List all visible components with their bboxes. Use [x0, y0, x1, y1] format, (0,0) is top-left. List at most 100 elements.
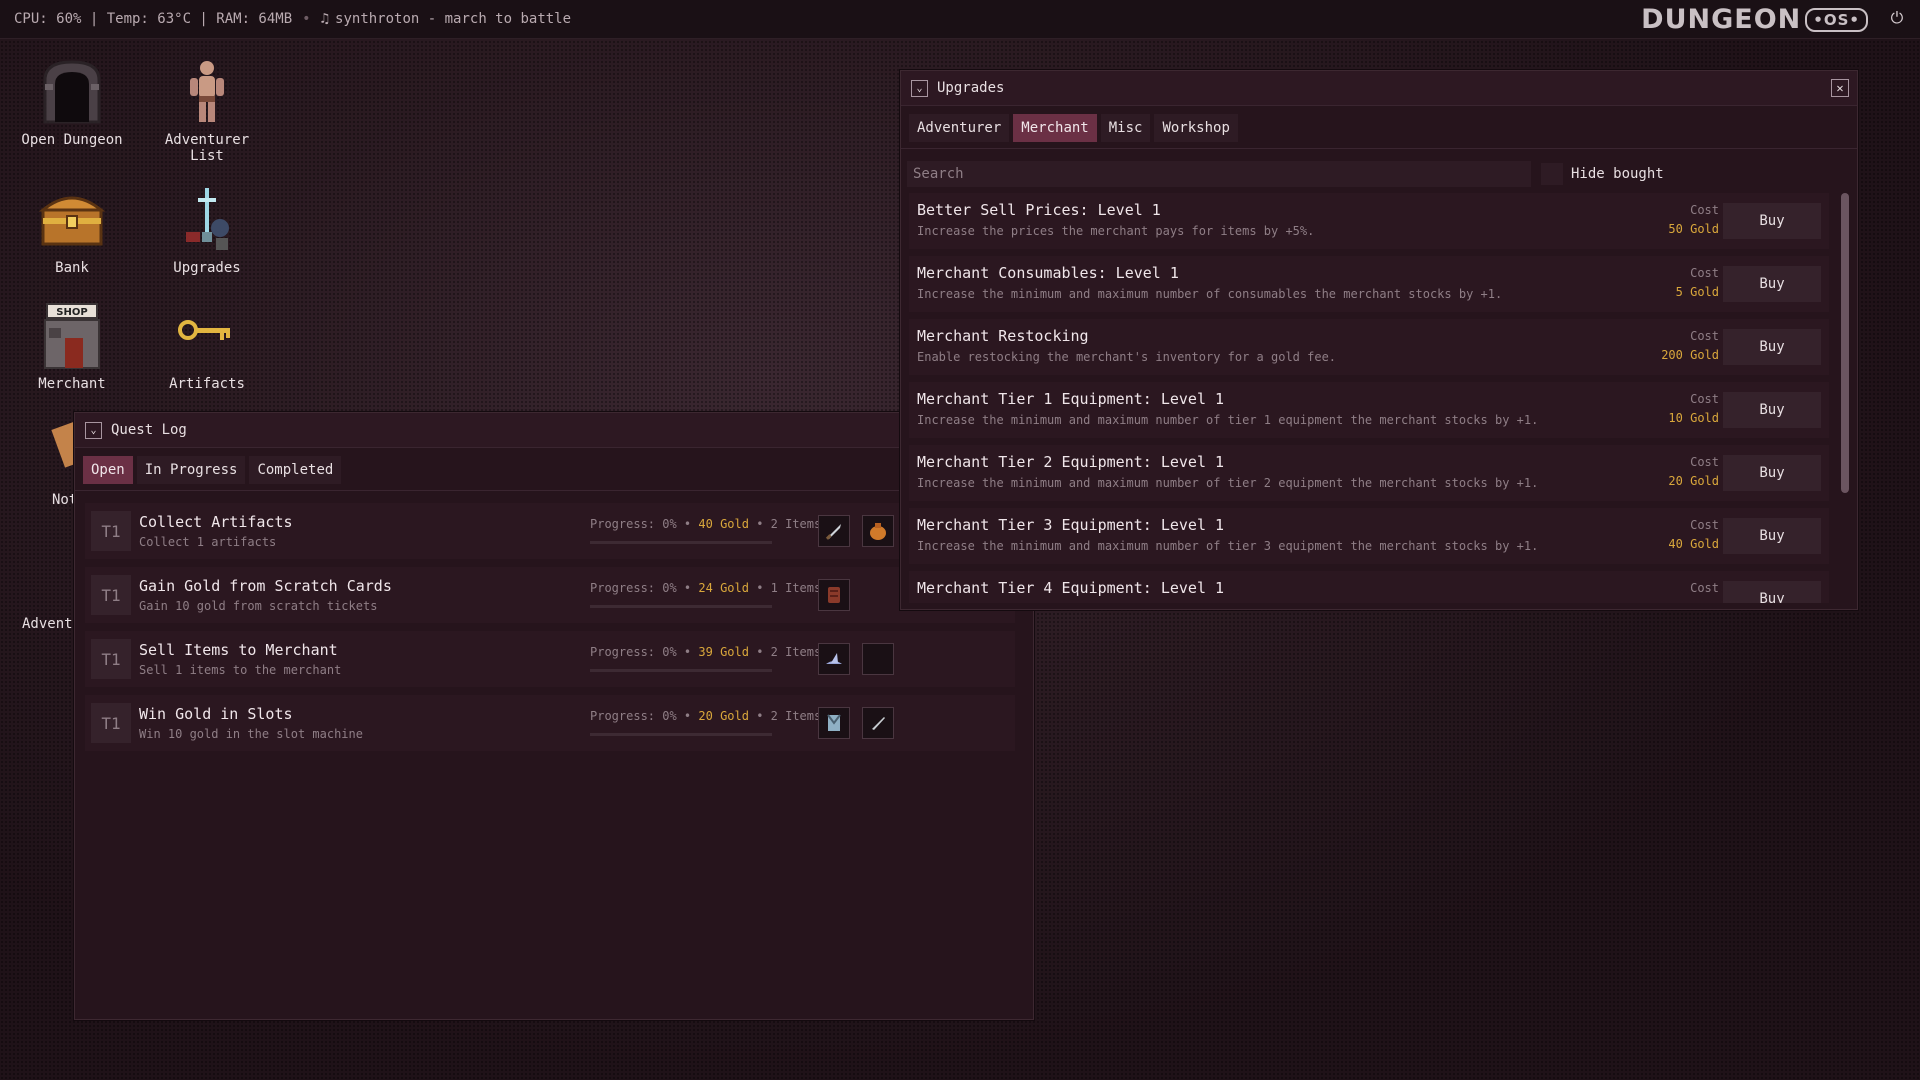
quest-row[interactable]: T1 Sell Items to Merchant Sell 1 items t… [85, 631, 1015, 687]
treasure-chest-icon [37, 184, 107, 254]
hide-bought-checkbox[interactable] [1541, 163, 1563, 185]
desktop-icon-adventurer-list[interactable]: Adventurer List [147, 56, 267, 164]
upgrade-row: Merchant Tier 3 Equipment: Level 1 Incre… [909, 508, 1829, 564]
cost-label: Cost [1690, 455, 1719, 469]
upgrade-description: Increase the minimum and maximum number … [917, 287, 1503, 301]
search-placeholder: Search [913, 166, 964, 182]
quest-row[interactable]: T1 Collect Artifacts Collect 1 artifacts… [85, 503, 1015, 559]
cost-label: Cost [1690, 203, 1719, 217]
cost-value: 20 Gold [1668, 474, 1719, 488]
tab-open[interactable]: Open [83, 456, 133, 484]
quest-title: Sell Items to Merchant [139, 641, 338, 659]
reward-armor-icon[interactable] [818, 579, 850, 611]
quest-row[interactable]: T1 Win Gold in Slots Win 10 gold in the … [85, 695, 1015, 751]
desktop-icon-open-dungeon[interactable]: Open Dungeon [12, 56, 132, 148]
buy-button[interactable]: Buy [1723, 203, 1821, 239]
quest-log-window: ⌄ Quest Log Open In Progress Completed T… [74, 412, 1034, 1020]
power-icon[interactable]: ⏻ [1888, 9, 1906, 27]
collapse-chevron-icon[interactable]: ⌄ [911, 79, 928, 97]
tab-workshop[interactable]: Workshop [1154, 114, 1238, 142]
quest-description: Sell 1 items to the merchant [139, 663, 342, 677]
window-title: Upgrades [937, 80, 1005, 96]
key-icon [172, 300, 242, 370]
collapse-chevron-icon[interactable]: ⌄ [85, 421, 102, 439]
quest-row[interactable]: T1 Gain Gold from Scratch Cards Gain 10 … [85, 567, 1015, 623]
upgrade-description: Increase the minimum and maximum number … [917, 476, 1539, 490]
cost-label: Cost [1690, 392, 1719, 406]
system-stats: CPU: 60% | Temp: 63°C | RAM: 64MB [14, 11, 293, 27]
shop-icon: SHOP [37, 300, 107, 370]
quest-progress-bar [590, 733, 772, 736]
cost-value: 5 Gold [1675, 285, 1719, 299]
quest-log-titlebar[interactable]: ⌄ Quest Log [75, 413, 1033, 448]
cost-label: Cost [1690, 518, 1719, 532]
upgrades-list: Better Sell Prices: Level 1 Increase the… [901, 193, 1839, 603]
buy-button[interactable]: Buy [1723, 518, 1821, 554]
buy-button[interactable]: Buy [1723, 455, 1821, 491]
quest-progress-bar [590, 605, 772, 608]
buy-button[interactable]: Buy [1723, 329, 1821, 365]
upgrade-row: Merchant Tier 2 Equipment: Level 1 Incre… [909, 445, 1829, 501]
cost-value: 50 Gold [1668, 222, 1719, 236]
upgrade-title: Merchant Consumables: Level 1 [917, 264, 1179, 282]
dungeon-door-icon [37, 56, 107, 126]
upgrade-description: Increase the minimum and maximum number … [917, 413, 1539, 427]
quest-description: Collect 1 artifacts [139, 535, 277, 549]
upgrades-titlebar[interactable]: ⌄ Upgrades ✕ [901, 71, 1857, 106]
reward-chainmail-icon[interactable] [818, 707, 850, 739]
now-playing[interactable]: ♫ synthroton - march to battle [321, 11, 571, 27]
buy-button[interactable]: Buy [1723, 392, 1821, 428]
reward-pouch-icon[interactable] [862, 515, 894, 547]
quest-progress-text: Progress: 0% • 20 Gold • 2 Items [590, 709, 822, 723]
upgrade-row: Merchant Tier 4 Equipment: Level 1 Cost … [909, 571, 1829, 603]
upgrade-description: Enable restocking the merchant's invento… [917, 350, 1337, 364]
upgrades-scrollbar[interactable] [1841, 193, 1849, 493]
reward-hat-icon[interactable] [818, 643, 850, 675]
separator-dot: • [302, 11, 311, 27]
music-note-icon: ♫ [320, 11, 330, 27]
desktop-icon-label: Open Dungeon [21, 132, 123, 148]
cost-label: Cost [1690, 329, 1719, 343]
tab-completed[interactable]: Completed [249, 456, 342, 484]
tier-badge: T1 [91, 639, 131, 679]
tier-badge: T1 [91, 575, 131, 615]
cost-value: 40 Gold [1668, 537, 1719, 551]
upgrade-row: Merchant Tier 1 Equipment: Level 1 Incre… [909, 382, 1829, 438]
desktop-icon-merchant[interactable]: SHOP Merchant [12, 300, 132, 392]
reward-empty-slot-icon[interactable] [862, 643, 894, 675]
quest-progress-bar [590, 541, 772, 544]
cost-value: 10 Gold [1668, 411, 1719, 425]
tab-merchant[interactable]: Merchant [1013, 114, 1097, 142]
upgrade-title: Merchant Tier 4 Equipment: Level 1 [917, 579, 1225, 597]
close-icon[interactable]: ✕ [1831, 79, 1849, 97]
quest-log-tabs: Open In Progress Completed [75, 448, 1033, 491]
quest-progress-text: Progress: 0% • 24 Gold • 1 Items [590, 581, 822, 595]
tier-badge: T1 [91, 703, 131, 743]
quest-title: Win Gold in Slots [139, 705, 293, 723]
buy-button[interactable]: Buy [1723, 266, 1821, 302]
desktop-icon-label: Bank [55, 260, 89, 276]
quest-title: Collect Artifacts [139, 513, 293, 531]
now-playing-track: synthroton - march to battle [335, 11, 572, 27]
svg-text:SHOP: SHOP [56, 307, 87, 318]
desktop-icon-label: Merchant [38, 376, 106, 392]
desktop-icon-upgrades[interactable]: Upgrades [147, 184, 267, 276]
upgrades-tabs: Adventurer Merchant Misc Workshop [901, 106, 1857, 149]
quest-description: Gain 10 gold from scratch tickets [139, 599, 378, 613]
desktop-icon-bank[interactable]: Bank [12, 184, 132, 276]
upgrades-icon [172, 184, 242, 254]
cost-label: Cost [1690, 266, 1719, 280]
upgrade-row: Merchant Consumables: Level 1 Increase t… [909, 256, 1829, 312]
upgrades-window: ⌄ Upgrades ✕ Adventurer Merchant Misc Wo… [900, 70, 1858, 610]
reward-dagger-icon[interactable] [818, 515, 850, 547]
reward-knife-icon[interactable] [862, 707, 894, 739]
upgrade-title: Merchant Tier 2 Equipment: Level 1 [917, 453, 1225, 471]
quest-description: Win 10 gold in the slot machine [139, 727, 363, 741]
buy-button[interactable]: Buy [1723, 581, 1821, 603]
desktop-icon-artifacts[interactable]: Artifacts [147, 300, 267, 392]
tab-misc[interactable]: Misc [1100, 114, 1151, 142]
quest-progress-text: Progress: 0% • 40 Gold • 2 Items [590, 517, 822, 531]
tab-in-progress[interactable]: In Progress [136, 456, 246, 484]
search-input[interactable]: Search [907, 161, 1531, 187]
tab-adventurer[interactable]: Adventurer [909, 114, 1010, 142]
